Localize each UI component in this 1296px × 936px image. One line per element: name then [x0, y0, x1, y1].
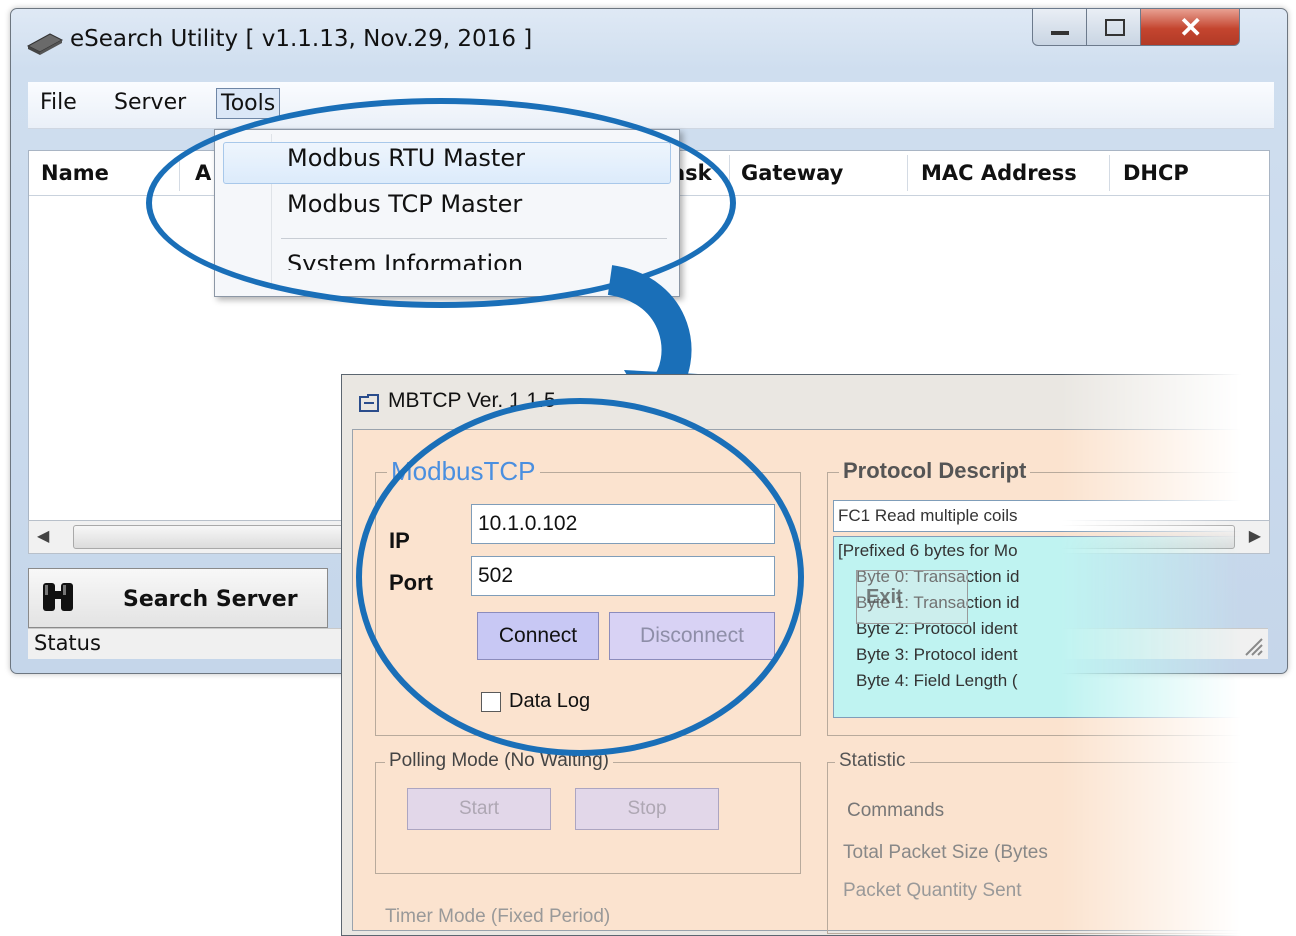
protocol-line: [Prefixed 6 bytes for Mo [838, 541, 1018, 561]
statistic-title: Statistic [835, 750, 910, 772]
close-icon: ✕ [1179, 12, 1203, 43]
protocol-description-box: [Prefixed 6 bytes for Mo Byte 0: Transac… [833, 536, 1296, 718]
window-title: eSearch Utility [ v1.1.13, Nov.29, 2016 … [70, 26, 533, 52]
function-code-select[interactable]: FC1 Read multiple coils [833, 500, 1296, 532]
start-button[interactable]: Start [407, 788, 551, 830]
maximize-button[interactable] [1086, 8, 1142, 46]
protocol-line: Byte 4: Field Length ( [856, 671, 1018, 691]
menu-file[interactable]: File [36, 88, 81, 117]
commands-title: Commands [843, 800, 949, 822]
stop-button[interactable]: Stop [575, 788, 719, 830]
callout-ellipse-bottom [356, 398, 804, 756]
caption-buttons: ✕ [1032, 8, 1280, 46]
minimize-button[interactable] [1032, 8, 1088, 46]
menu-bar: File Server Tools [28, 82, 1274, 129]
column-dhcp[interactable]: DHCP [1123, 161, 1189, 185]
packet-quantity-label: Packet Quantity Sent [843, 880, 1022, 901]
column-gateway[interactable]: Gateway [741, 161, 843, 185]
scroll-left-icon[interactable]: ◀ [37, 526, 49, 546]
column-name[interactable]: Name [41, 161, 109, 185]
timer-mode-title: Timer Mode (Fixed Period) [385, 906, 611, 927]
app-icon [359, 394, 379, 412]
ethernet-device-icon [26, 33, 64, 55]
status-text: Status [34, 631, 101, 655]
search-server-label: Search Server [123, 587, 298, 612]
column-mac-address[interactable]: MAC Address [921, 161, 1077, 185]
menu-server[interactable]: Server [110, 88, 190, 117]
menu-tools[interactable]: Tools [216, 88, 281, 119]
search-server-button[interactable]: Search Server [28, 568, 328, 628]
close-button[interactable]: ✕ [1140, 8, 1240, 46]
total-packet-size-label: Total Packet Size (Bytes [843, 842, 1048, 863]
binoculars-icon [43, 583, 73, 611]
protocol-line: Byte 3: Protocol ident [856, 645, 1018, 665]
exit-button-label: Exit [866, 586, 903, 608]
protocol-group-title: Protocol Descript [839, 458, 1031, 484]
